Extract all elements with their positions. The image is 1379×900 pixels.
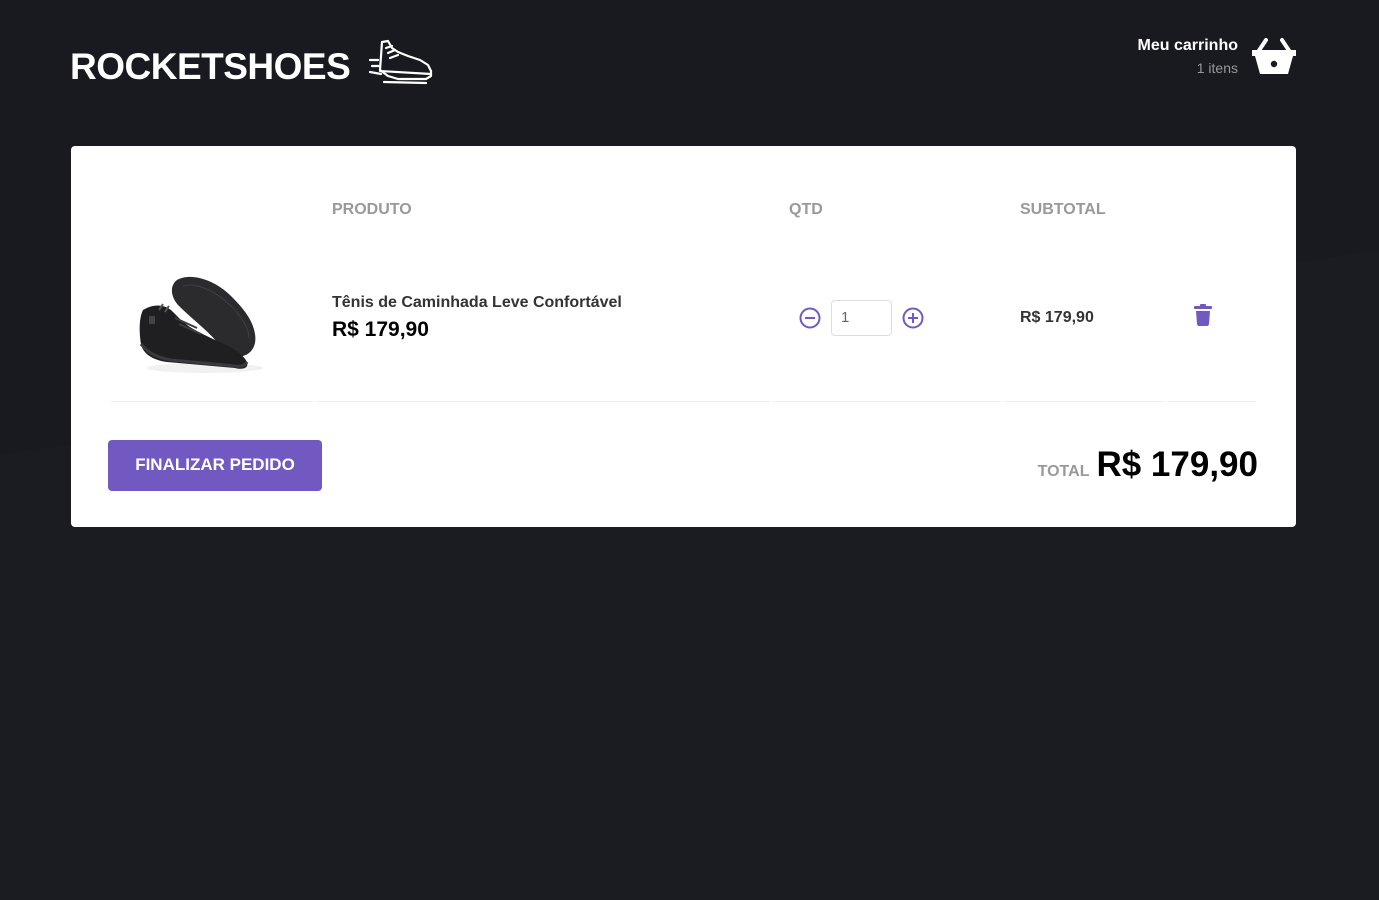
site-header: ROCKETSHOES Meu carrinho 1 itens: [70, 30, 1296, 100]
total-label: TOTAL: [1037, 463, 1090, 480]
product-image-cell: [111, 234, 313, 402]
quantity-stepper: [797, 299, 1001, 336]
product-image: [139, 276, 263, 373]
logo-text: ROCKETSHOES: [70, 45, 351, 87]
sneaker-icon: [369, 39, 433, 85]
total: TOTAL R$ 179,90: [1038, 445, 1258, 485]
cart-summary: Meu carrinho 1 itens: [1138, 36, 1238, 75]
cart-footer: Finalizar pedido TOTAL R$ 179,90: [108, 439, 1258, 491]
total-value: R$ 179,90: [1096, 445, 1258, 484]
quantity-cell: [773, 234, 1001, 402]
decrement-button[interactable]: [797, 305, 823, 331]
cart-title: Meu carrinho: [1137, 37, 1238, 55]
trash-icon: [1194, 304, 1212, 326]
subtotal-cell: R$ 179,90: [1004, 234, 1165, 402]
subtotal-column-header: SUBTOTAL: [1020, 201, 1106, 218]
logo-link[interactable]: ROCKETSHOES: [70, 39, 434, 88]
actions-column-header: [1168, 186, 1255, 234]
shopping-basket-icon: [1252, 38, 1296, 74]
cart-container: PRODUTO QTD SUBTOTAL Tênis de Caminhada …: [71, 146, 1296, 527]
actions-cell: [1168, 234, 1255, 402]
increment-button[interactable]: [900, 305, 926, 331]
product-column-header: PRODUTO: [332, 201, 412, 218]
quantity-input[interactable]: [831, 299, 892, 336]
cart-link[interactable]: Meu carrinho 1 itens: [1138, 36, 1296, 76]
table-row: Tênis de Caminhada Leve Confortável R$ 1…: [111, 234, 1255, 402]
finish-order-button[interactable]: Finalizar pedido: [108, 439, 322, 491]
product-info-cell: Tênis de Caminhada Leve Confortável R$ 1…: [316, 234, 770, 402]
plus-circle-icon: [902, 307, 924, 328]
delete-item-button[interactable]: [1194, 304, 1212, 329]
minus-circle-icon: [799, 307, 821, 328]
product-price: R$ 179,90: [332, 317, 429, 341]
image-column-header: [111, 186, 313, 234]
quantity-column-header: QTD: [789, 201, 823, 218]
row-subtotal: R$ 179,90: [1020, 308, 1094, 326]
cart-item-count: 1 itens: [1196, 59, 1238, 76]
cart-table: PRODUTO QTD SUBTOTAL Tênis de Caminhada …: [108, 186, 1258, 402]
product-title: Tênis de Caminhada Leve Confortável: [332, 293, 622, 311]
